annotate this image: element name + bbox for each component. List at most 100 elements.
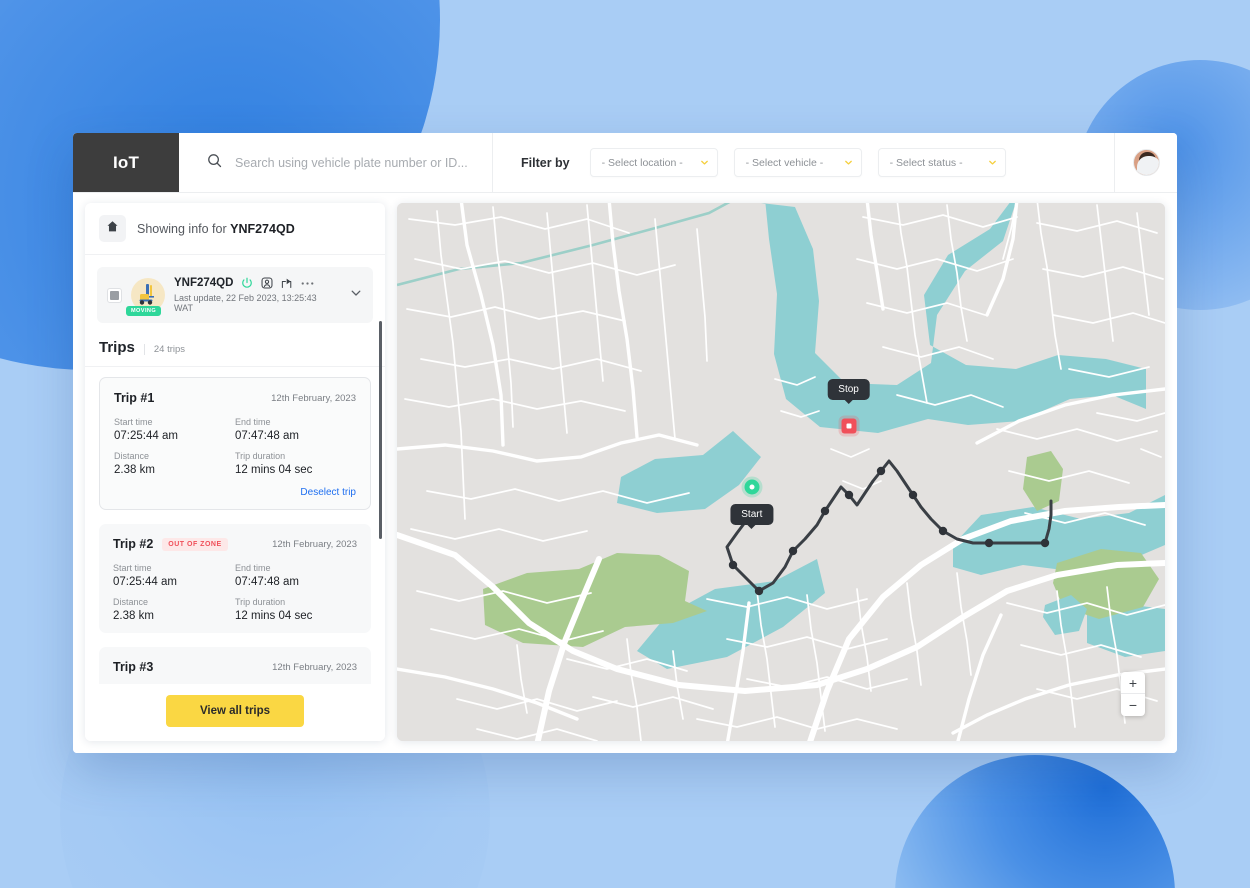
select-status-value: - Select status - <box>889 156 963 169</box>
trip-duration-label: Trip duration <box>235 451 286 461</box>
top-bar: IoT Filter by - Select location - <box>73 133 1177 193</box>
trip-end-time-label: End time <box>235 563 271 573</box>
trip-end-time-value: 07:47:48 am <box>235 430 299 442</box>
filter-zone: Filter by - Select location - - Select v… <box>493 133 1114 192</box>
status-badge: MOVING <box>126 306 162 316</box>
trip-details-grid: Start time 07:25:44 am End time 07:47:48… <box>114 417 356 476</box>
forklift-icon <box>139 284 154 305</box>
trip-start-time-label: Start time <box>114 417 153 427</box>
trip-distance-value: 2.38 km <box>114 464 155 476</box>
trip-card-header: Trip #1 12th February, 2023 <box>114 391 356 405</box>
background-blob-bottom-right <box>895 755 1175 888</box>
chevron-down-icon <box>844 158 853 167</box>
filter-label: Filter by <box>521 155 570 170</box>
home-icon <box>106 220 119 238</box>
trip-duration-field: Trip duration 12 mins 04 sec <box>235 597 357 622</box>
map-zoom-controls[interactable]: + − <box>1121 672 1145 716</box>
trip-end-time-field: End time 07:47:48 am <box>235 563 357 588</box>
trip-distance-field: Distance 2.38 km <box>113 597 235 622</box>
sidebar-scrollbar[interactable] <box>379 321 382 539</box>
start-marker[interactable] <box>744 479 760 495</box>
trip-card-title-group: Trip #2 OUT OF ZONE <box>113 537 228 551</box>
vehicle-info-row: YNF274QD <box>174 277 338 289</box>
trip-start-time-field: Start time 07:25:44 am <box>113 563 235 588</box>
trips-title: Trips <box>99 339 135 356</box>
trip-end-time-label: End time <box>235 417 271 427</box>
start-marker-label: Start <box>730 503 774 525</box>
trip-card[interactable]: Trip #3 12th February, 2023 Start time E… <box>99 647 371 684</box>
vehicle-last-update: Last update, 22 Feb 2023, 13:25:43 WAT <box>174 293 317 313</box>
showing-info-prefix: Showing info for <box>137 221 231 236</box>
avatar-body <box>1136 156 1159 175</box>
vehicle-expand-button[interactable] <box>347 286 363 305</box>
map-canvas[interactable]: Stop Start + − <box>397 203 1165 741</box>
sidebar-header: Showing info for YNF274QD <box>85 203 385 255</box>
app-window: IoT Filter by - Select location - <box>73 133 1177 753</box>
avatar[interactable] <box>1132 149 1160 176</box>
zoom-out-button[interactable]: − <box>1121 694 1145 716</box>
app-logo[interactable]: IoT <box>73 133 179 192</box>
trip-card-title-group: Trip #3 <box>113 660 153 674</box>
trip-name: Trip #1 <box>114 391 155 405</box>
trip-date: 12th February, 2023 <box>272 661 357 673</box>
sidebar: Showing info for YNF274QD MOVING YNF274Q… <box>85 203 385 741</box>
chevron-down-icon <box>988 158 997 167</box>
power-icon[interactable] <box>241 277 253 289</box>
trip-list[interactable]: Trip #1 12th February, 2023 Start time 0… <box>85 367 385 684</box>
zoom-in-button[interactable]: + <box>1121 672 1145 694</box>
deselect-trip-link[interactable]: Deselect trip <box>114 487 356 498</box>
trip-distance-field: Distance 2.38 km <box>114 451 235 476</box>
select-status[interactable]: - Select status - <box>877 148 1006 177</box>
trip-distance-label: Distance <box>114 451 150 461</box>
chevron-down-icon <box>349 287 363 304</box>
trip-distance-value: 2.38 km <box>113 610 154 622</box>
user-icon[interactable] <box>261 277 273 289</box>
vehicle-thumbnail: MOVING <box>126 278 165 316</box>
trip-date: 12th February, 2023 <box>272 538 357 550</box>
trip-start-time-label: Start time <box>113 563 152 573</box>
sidebar-footer: View all trips <box>85 684 385 741</box>
sidebar-header-text: Showing info for YNF274QD <box>137 222 295 236</box>
trip-start-time-field: Start time 07:25:44 am <box>114 417 235 442</box>
view-all-trips-button[interactable]: View all trips <box>165 695 305 727</box>
trip-duration-label: Trip duration <box>235 597 286 607</box>
search-input[interactable] <box>235 155 492 170</box>
trip-duration-field: Trip duration 12 mins 04 sec <box>235 451 356 476</box>
trip-duration-value: 12 mins 04 sec <box>235 464 313 476</box>
search-bar[interactable] <box>179 133 493 192</box>
home-button[interactable] <box>99 215 126 242</box>
showing-info-plate: YNF274QD <box>230 221 295 236</box>
app-body: Showing info for YNF274QD MOVING YNF274Q… <box>73 193 1177 753</box>
trip-details-grid: Start time 07:25:44 am End time 07:47:48… <box>113 563 357 622</box>
select-vehicle[interactable]: - Select vehicle - <box>733 148 862 177</box>
trip-end-time-field: End time 07:47:48 am <box>235 417 356 442</box>
trip-date: 12th February, 2023 <box>271 392 356 404</box>
trip-card-title-group: Trip #1 <box>114 391 154 405</box>
vehicle-card[interactable]: MOVING YNF274QD Last update, 22 Feb 2023… <box>97 267 373 323</box>
trip-name: Trip #2 <box>113 537 154 551</box>
stop-marker-label: Stop <box>827 379 870 401</box>
map-tiles <box>397 203 1165 741</box>
trip-card-header: Trip #3 12th February, 2023 <box>113 660 357 674</box>
avatar-zone[interactable] <box>1114 133 1177 192</box>
trip-duration-value: 12 mins 04 sec <box>235 610 313 622</box>
trips-header: Trips 24 trips <box>85 323 385 367</box>
trip-card[interactable]: Trip #2 OUT OF ZONE 12th February, 2023 … <box>99 524 371 633</box>
trip-name: Trip #3 <box>113 660 154 674</box>
stop-marker[interactable] <box>841 418 857 434</box>
trip-distance-label: Distance <box>113 597 149 607</box>
trip-start-time-value: 07:25:44 am <box>114 430 178 442</box>
trip-end-time-value: 07:47:48 am <box>235 576 299 588</box>
trip-card-header: Trip #2 OUT OF ZONE 12th February, 2023 <box>113 537 357 551</box>
vehicle-plate: YNF274QD <box>174 277 234 289</box>
more-icon[interactable] <box>301 281 314 286</box>
select-location-value: - Select location - <box>601 156 683 169</box>
vehicle-checkbox[interactable] <box>107 287 122 303</box>
trip-card[interactable]: Trip #1 12th February, 2023 Start time 0… <box>99 377 371 510</box>
trips-count: 24 trips <box>143 344 185 355</box>
select-location[interactable]: - Select location - <box>589 148 718 177</box>
out-of-zone-badge: OUT OF ZONE <box>162 537 228 551</box>
trip-start-time-value: 07:25:44 am <box>113 576 177 588</box>
chevron-down-icon <box>700 158 709 167</box>
share-icon[interactable] <box>281 277 293 289</box>
